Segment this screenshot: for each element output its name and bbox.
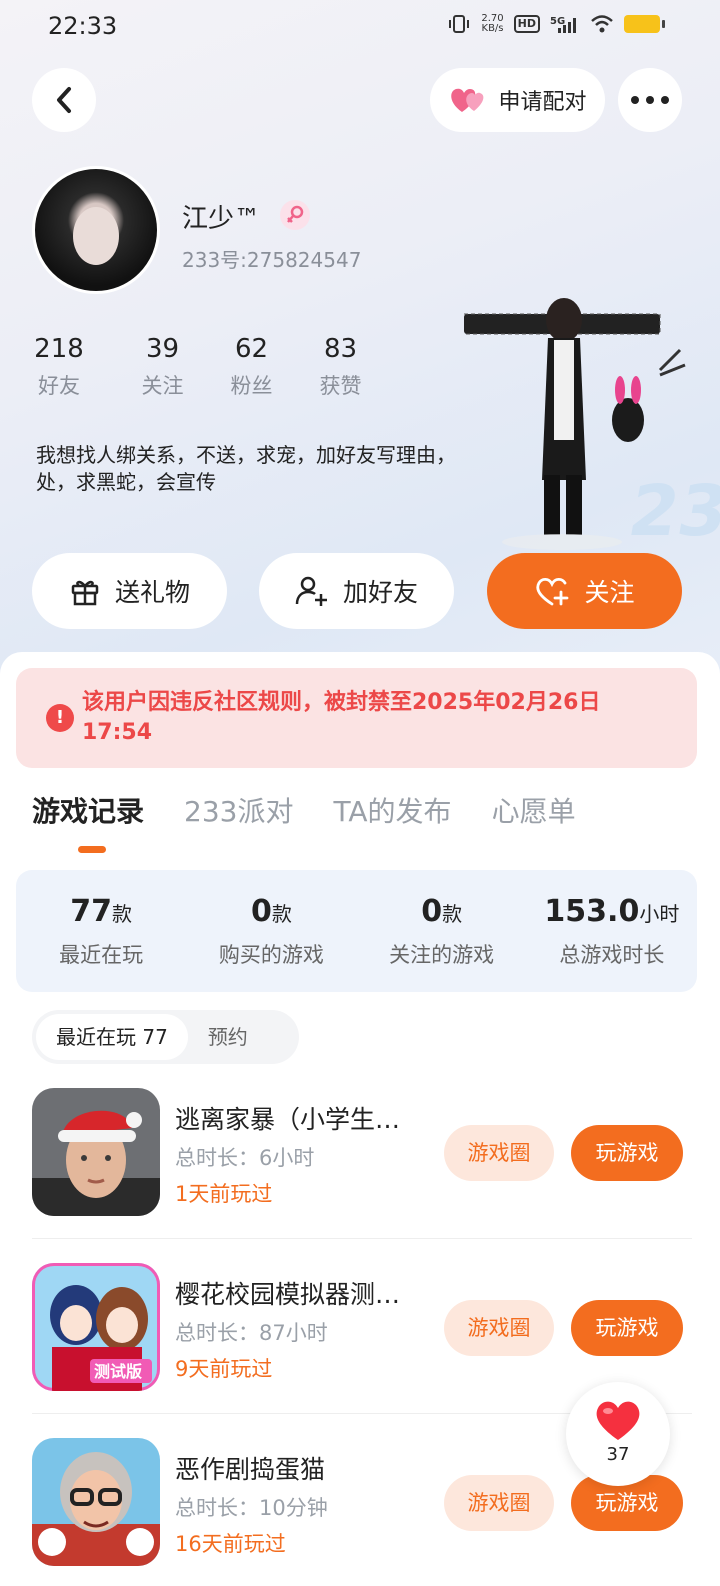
profile-stats: 218 好友 39 关注 62 粉丝 83 获赞 (30, 334, 385, 400)
stat-friends[interactable]: 218 好友 (30, 334, 88, 400)
status-bar: 22:33 2.70 KB/s HD 5G (0, 0, 720, 56)
game-circle-button[interactable]: 游戏圈 (444, 1300, 554, 1356)
back-button[interactable] (32, 68, 96, 132)
like-count: 37 (606, 1444, 630, 1465)
game-list-item[interactable]: 测试版 樱花校园模拟器测… 总时长：87小时 9天前玩过 游戏圈 玩游戏 (32, 1263, 684, 1393)
warning-icon: ! (46, 704, 74, 732)
avatar-face (73, 207, 119, 265)
double-heart-icon (451, 88, 484, 112)
game-last-played: 1天前玩过 (175, 1182, 273, 1206)
profile-bio: 我想找人绑关系，不送，求宠，加好友写理由，处，求黑蛇，会宣传 (36, 443, 456, 494)
tab-game-records[interactable]: 游戏记录 (32, 790, 144, 830)
game-filter: 最近在玩 77 预约 (32, 1010, 299, 1064)
game-duration: 总时长：6小时 (175, 1146, 315, 1170)
play-game-button[interactable]: 玩游戏 (571, 1125, 683, 1181)
vibrate-icon (449, 15, 470, 33)
game-icon-prank-cat (32, 1438, 160, 1566)
game-name: 恶作剧捣蛋猫 (175, 1455, 326, 1484)
status-icons: 2.70 KB/s HD 5G (447, 13, 665, 34)
game-circle-button[interactable]: 游戏圈 (444, 1125, 554, 1181)
add-user-icon (295, 576, 327, 606)
ban-notice-text: 该用户因违反社区规则，被封禁至2025年02月26日 17:54 (82, 690, 601, 745)
more-dots-icon (631, 96, 669, 104)
gstat-recent[interactable]: 77款 最近在玩 (16, 870, 186, 992)
like-float-button[interactable]: 37 (566, 1382, 670, 1486)
game-name: 逃离家暴（小学生… (175, 1105, 401, 1134)
signal-icon: 5G (550, 16, 576, 33)
more-button[interactable] (618, 68, 682, 132)
game-last-played: 9天前玩过 (175, 1357, 273, 1381)
avatar[interactable] (32, 166, 160, 294)
watermark-233: 233 (622, 470, 720, 552)
network-speed: 2.70 KB/s (481, 13, 504, 34)
divider (32, 1238, 692, 1239)
gift-icon (71, 580, 99, 606)
chevron-left-icon (57, 87, 71, 113)
game-duration: 总时长：87小时 (175, 1321, 328, 1345)
gstat-playtime[interactable]: 153.0小时 总游戏时长 (527, 870, 697, 992)
status-time: 22:33 (48, 12, 118, 40)
tab-wishlist[interactable]: 心愿单 (492, 790, 576, 830)
filter-reserve[interactable]: 预约 (188, 1014, 268, 1060)
stat-likes[interactable]: 83 获赞 (296, 334, 385, 400)
profile-tabs: 游戏记录 233派对 TA的发布 心愿单 (32, 790, 576, 830)
follow-button[interactable]: 关注 (487, 553, 682, 629)
ban-notice: ! 该用户因违反社区规则，被封禁至2025年02月26日 17:54 (16, 668, 697, 768)
tab-indicator (78, 846, 106, 853)
add-friend-button[interactable]: 加好友 (259, 553, 454, 629)
game-icon-escape (32, 1088, 160, 1216)
heart-plus-icon (536, 577, 569, 606)
game-name: 樱花校园模拟器测… (175, 1280, 401, 1309)
gender-female-icon (280, 200, 310, 230)
filter-recent[interactable]: 最近在玩 77 (36, 1014, 188, 1060)
user-id: 233号:275824547 (182, 248, 362, 272)
game-duration: 总时长：10分钟 (175, 1496, 328, 1520)
username: 江少™ (182, 204, 261, 234)
wifi-icon (591, 15, 613, 33)
game-last-played: 16天前玩过 (175, 1532, 286, 1556)
gstat-purchased[interactable]: 0款 购买的游戏 (186, 870, 356, 992)
gstat-followed[interactable]: 0款 关注的游戏 (357, 870, 527, 992)
game-icon-sakura: 测试版 (32, 1263, 160, 1391)
apply-pair-label: 申请配对 (498, 90, 587, 115)
game-circle-button[interactable]: 游戏圈 (444, 1475, 554, 1531)
tab-posts[interactable]: TA的发布 (333, 790, 451, 830)
apply-pair-button[interactable]: 申请配对 (430, 68, 605, 132)
tab-233-party[interactable]: 233派对 (184, 790, 293, 830)
game-stats-panel: 77款 最近在玩 0款 购买的游戏 0款 关注的游戏 153.0小时 总游戏时长 (16, 870, 697, 992)
svg-text:5G: 5G (550, 16, 565, 27)
hd-icon: HD (513, 15, 540, 33)
stat-following[interactable]: 39 关注 (118, 334, 207, 400)
play-game-button[interactable]: 玩游戏 (571, 1300, 683, 1356)
stat-fans[interactable]: 62 粉丝 (207, 334, 296, 400)
battery-icon (624, 15, 665, 33)
heart-icon (596, 1401, 640, 1440)
svg-text:测试版: 测试版 (94, 1362, 142, 1381)
send-gift-button[interactable]: 送礼物 (32, 553, 227, 629)
game-list-item[interactable]: 逃离家暴（小学生… 总时长：6小时 1天前玩过 游戏圈 玩游戏 (32, 1088, 684, 1218)
